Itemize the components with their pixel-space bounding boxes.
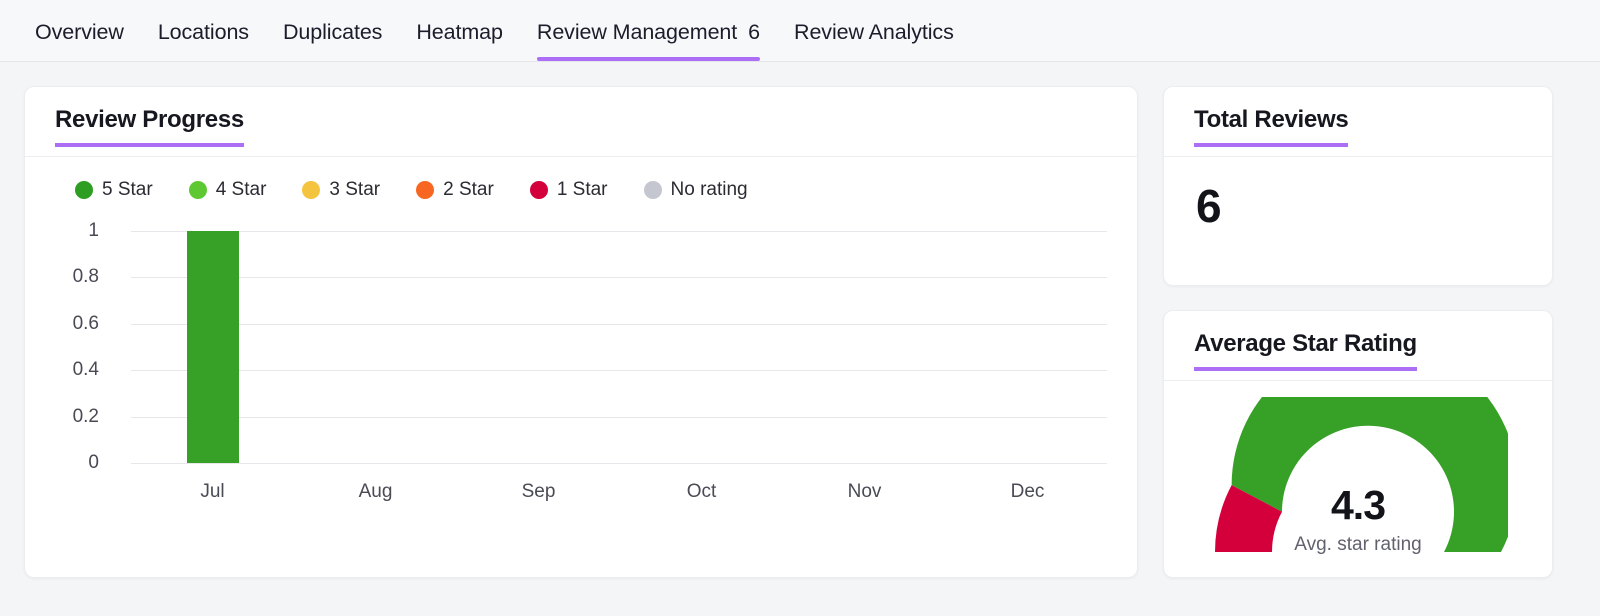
legend-item[interactable]: 4 Star [189,179,267,201]
review-progress-chart: 5 Star4 Star3 Star2 Star1 StarNo rating … [25,157,1137,511]
y-axis-tick-label: 0.6 [73,313,99,335]
legend-label: 2 Star [443,179,494,201]
tab-count-badge: 6 [748,20,760,45]
legend-color-dot [416,181,434,199]
legend-color-dot [75,181,93,199]
legend-color-dot [644,181,662,199]
total-reviews-header: Total Reviews [1164,87,1552,157]
tab-review-management[interactable]: Review Management 6 [520,20,777,61]
chart-legend: 5 Star 4 Star 3 Star 2 Star 1 Star No rating [43,179,1107,201]
x-axis-tick-label: Nov [848,481,882,503]
review-progress-header: Review Progress [25,87,1137,157]
tab-locations[interactable]: Locations [141,20,266,61]
x-axis-tick-label: Dec [1011,481,1045,503]
gridline [131,370,1107,371]
gauge-center-label: 4.3 Avg. star rating [1208,485,1508,556]
legend-item[interactable]: 5 Star [75,179,153,201]
x-axis-tick-label: Sep [522,481,556,503]
gridline [131,231,1107,232]
tab-label: Heatmap [416,20,503,45]
gauge-value: 4.3 [1208,485,1508,526]
x-axis-tick-label: Oct [687,481,717,503]
legend-color-dot [302,181,320,199]
x-axis: Jul Aug Sep Oct Nov Dec [131,471,1107,511]
y-axis-tick-label: 0.8 [73,266,99,288]
y-axis-tick-label: 0.2 [73,406,99,428]
tab-label: Review Analytics [794,20,954,45]
legend-item[interactable]: 3 Star [302,179,380,201]
gridline [131,417,1107,418]
tab-overview[interactable]: Overview [18,20,141,61]
tab-label: Overview [35,20,124,45]
stats-column: Total Reviews 6 Average Star Rating 4.3 [1163,86,1553,578]
total-reviews-card: Total Reviews 6 [1163,86,1553,286]
y-axis-tick-label: 0.4 [73,359,99,381]
average-star-rating-body: 4.3 Avg. star rating [1164,381,1552,566]
review-progress-title: Review Progress [55,106,244,147]
tab-label: Duplicates [283,20,382,45]
tab-active-underline [537,57,760,61]
chart-gridlines [131,231,1107,463]
review-progress-card: Review Progress 5 Star 4 Star 3 Star 2 Star… [24,86,1138,578]
legend-item[interactable]: 1 Star [530,179,608,201]
gauge-chart: 4.3 Avg. star rating [1208,397,1508,566]
y-axis: 10.80.60.40.20 [53,231,115,463]
legend-label: 3 Star [329,179,380,201]
chart-bar[interactable] [187,231,239,463]
total-reviews-body: 6 [1164,157,1552,229]
legend-item[interactable]: No rating [644,179,748,201]
tab-heatmap[interactable]: Heatmap [399,20,520,61]
gauge-caption: Avg. star rating [1208,534,1508,556]
legend-color-dot [189,181,207,199]
tab-review-analytics[interactable]: Review Analytics [777,20,971,61]
legend-label: 1 Star [557,179,608,201]
average-star-rating-card: Average Star Rating 4.3 Avg. star rating [1163,310,1553,578]
main-tab-bar: Overview Locations Duplicates Heatmap Review… [0,0,1600,62]
gridline [131,463,1107,464]
tab-label: Review Management [537,20,737,45]
y-axis-tick-label: 0 [88,452,99,474]
dashboard-body: Review Progress 5 Star 4 Star 3 Star 2 Star… [0,62,1600,578]
average-star-rating-header: Average Star Rating [1164,311,1552,381]
total-reviews-title: Total Reviews [1194,106,1348,147]
gridline [131,277,1107,278]
tab-duplicates[interactable]: Duplicates [266,20,399,61]
y-axis-tick-label: 1 [88,220,99,242]
legend-item[interactable]: 2 Star [416,179,494,201]
bar-chart-plot-area: 10.80.60.40.20 JulAugSepOctNovDec [53,231,1107,511]
tab-label: Locations [158,20,249,45]
x-axis-tick-label: Aug [359,481,393,503]
total-reviews-value: 6 [1196,183,1520,229]
legend-label: No rating [671,179,748,201]
gridline [131,324,1107,325]
average-star-rating-title: Average Star Rating [1194,330,1417,371]
legend-label: 5 Star [102,179,153,201]
legend-color-dot [530,181,548,199]
legend-label: 4 Star [216,179,267,201]
x-axis-tick-label: Jul [200,481,224,503]
